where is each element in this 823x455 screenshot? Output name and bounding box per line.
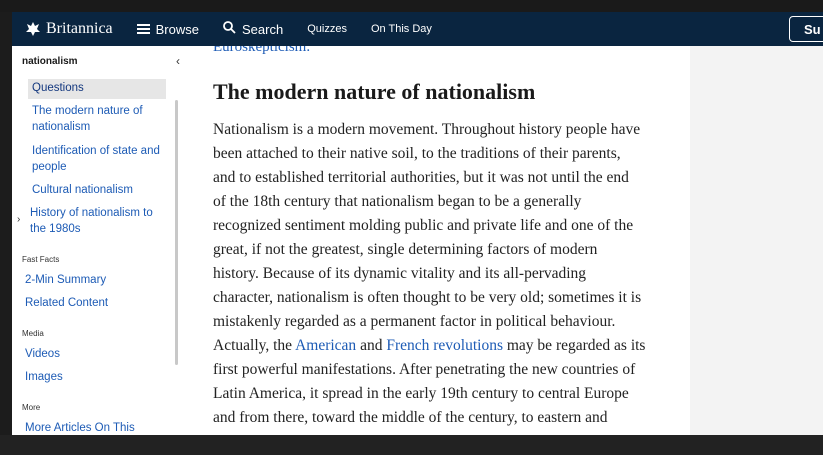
media-heading: Media	[22, 329, 44, 338]
french-revolution-link[interactable]: French revolutions	[386, 337, 503, 354]
section-heading: The modern nature of nationalism	[213, 79, 536, 104]
britannica-logo[interactable]: Britannica	[24, 20, 113, 38]
text-line: and to established territorial authoriti…	[213, 169, 629, 186]
text-line: history. Because of its dynamic vitality…	[213, 265, 587, 282]
article-body: Euroskepticism. The modern nature of nat…	[184, 46, 690, 435]
images-link[interactable]: Images	[25, 371, 63, 383]
search-label: Search	[242, 21, 284, 37]
thistle-icon	[24, 20, 42, 38]
top-navbar: Britannica Browse Search Quizzes On This…	[12, 12, 823, 46]
search-button[interactable]: Search	[223, 21, 283, 37]
table-of-contents-sidebar: nationalism ‹ Questions The modern natur…	[12, 46, 184, 435]
text-line: character, nationalism is often thought …	[213, 289, 642, 306]
sidebar-scrollbar[interactable]	[175, 100, 178, 365]
top-letterbox	[0, 0, 823, 12]
toc-item-identification[interactable]: Identification of state and people	[32, 143, 160, 175]
related-content-link[interactable]: Related Content	[25, 297, 108, 309]
text-fragment: may be regarded as its	[503, 337, 646, 354]
text-line: great, if not the greatest, single deter…	[213, 241, 598, 258]
euroskepticism-link[interactable]: Euroskepticism.	[213, 46, 310, 56]
more-articles-link[interactable]: More Articles On This	[25, 422, 135, 434]
text-line: recognized sentiment molding public and …	[213, 217, 634, 234]
logo-text: Britannica	[46, 20, 113, 37]
chevron-right-icon[interactable]: ›	[17, 214, 20, 225]
videos-link[interactable]: Videos	[25, 348, 60, 360]
text-line: been attached to their native soil, to t…	[213, 145, 621, 162]
text-line: Nationalism is a modern movement. Throug…	[213, 121, 641, 138]
subscribe-button[interactable]: Su	[789, 16, 823, 42]
hamburger-icon	[136, 22, 150, 37]
text-fragment: and	[356, 337, 387, 354]
text-line: Latin America, it spread in the early 19…	[213, 385, 629, 402]
quizzes-label: Quizzes	[307, 23, 347, 35]
text-line: Actually, the American and French revolu…	[213, 334, 683, 358]
text-line: and from there, toward the middle of the…	[213, 409, 608, 426]
browse-menu[interactable]: Browse	[136, 21, 199, 37]
toc-label-line: the 1980s	[30, 223, 81, 235]
text-line: mistakenly regarded as a permanent facto…	[213, 313, 616, 330]
toc-item-cultural[interactable]: Cultural nationalism	[32, 182, 133, 198]
american-revolution-link[interactable]: American	[295, 337, 356, 354]
toc-item-modern-nature[interactable]: The modern nature of nationalism	[32, 103, 143, 135]
toc-item-questions[interactable]: Questions	[28, 79, 166, 99]
sidebar-title: nationalism	[22, 56, 78, 67]
search-icon	[223, 21, 236, 37]
toc-label-line: people	[32, 161, 67, 173]
more-heading: More	[22, 403, 41, 412]
toc-label-line: nationalism	[32, 121, 91, 133]
two-min-summary-link[interactable]: 2-Min Summary	[25, 274, 106, 286]
browse-label: Browse	[155, 21, 199, 37]
toc-item-history[interactable]: History of nationalism to the 1980s	[30, 205, 153, 237]
text-fragment: Actually, the	[213, 337, 296, 354]
quizzes-link[interactable]: Quizzes	[307, 23, 347, 35]
text-line: of the 18th century that nationalism beg…	[213, 193, 582, 210]
on-this-day-link[interactable]: On This Day	[371, 23, 432, 35]
text-line: first powerful manifestations. After pen…	[213, 361, 636, 378]
bottom-letterbox	[0, 435, 823, 455]
toc-label-line: History of nationalism to	[30, 207, 153, 219]
toc-label-line: The modern nature of	[32, 105, 143, 117]
toc-label-line: Identification of state and	[32, 145, 160, 157]
on-this-day-label: On This Day	[370, 23, 432, 35]
right-margin-area	[690, 46, 823, 435]
fast-facts-heading: Fast Facts	[22, 255, 60, 264]
article-paragraph: Nationalism is a modern movement. Throug…	[213, 118, 683, 430]
collapse-chevron-icon[interactable]: ‹	[176, 54, 180, 68]
